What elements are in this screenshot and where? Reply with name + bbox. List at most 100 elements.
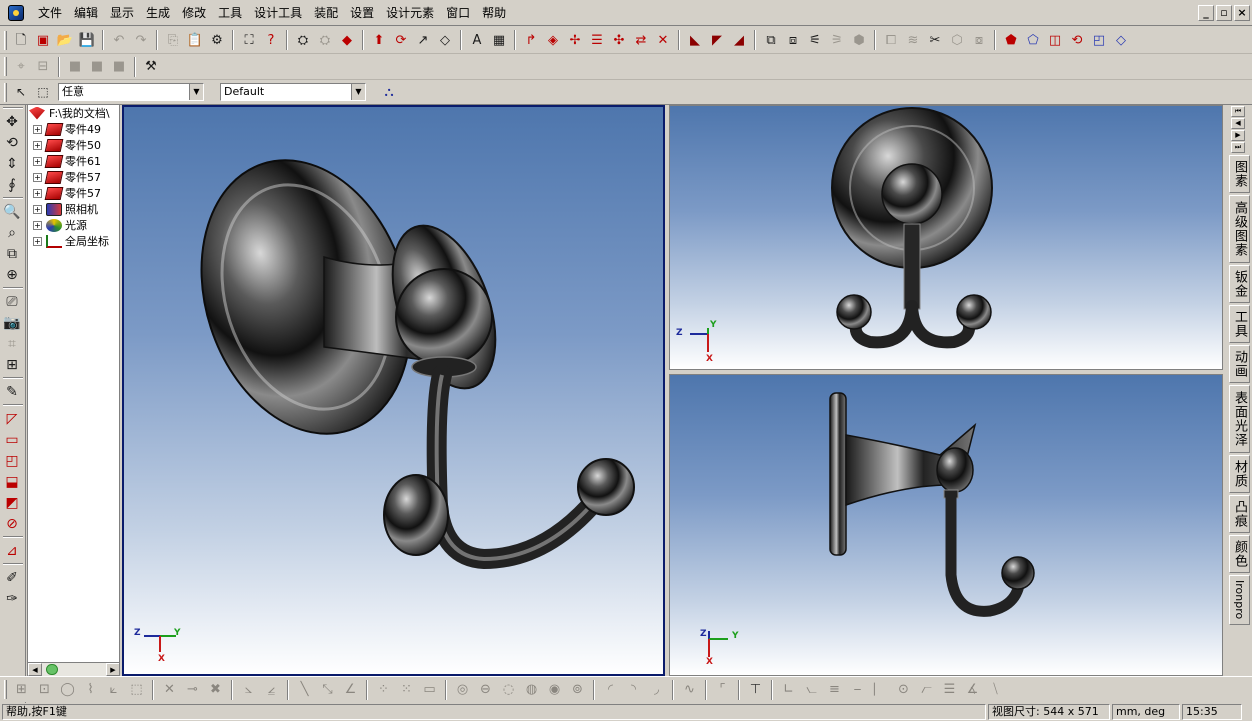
tab-sheet-metal[interactable]: 钣金 [1229, 265, 1250, 303]
sketch-4-icon[interactable]: ⬓ [1, 471, 23, 492]
sketch-1-icon[interactable]: ◸ [1, 408, 23, 429]
circle-tool-5-icon[interactable]: ◉ [543, 679, 566, 701]
sweep-icon[interactable]: ↗ [412, 29, 434, 51]
toolbar-grip[interactable] [4, 680, 7, 699]
arc-tool-3-icon[interactable]: ◞ [645, 679, 668, 701]
zoom-icon[interactable]: 🔍 [1, 201, 23, 222]
restore-button[interactable]: ▫ [1216, 5, 1232, 21]
cube-2-icon[interactable]: ≋ [902, 29, 924, 51]
hierarchy-icon[interactable]: ⛬ [378, 81, 400, 103]
sketch-tool-11-icon[interactable]: ⦤ [260, 679, 283, 701]
offset-tool-icon[interactable]: ⌜ [711, 679, 734, 701]
shape-6-icon[interactable]: ✕ [652, 29, 674, 51]
camera-2-icon[interactable]: 📷 [1, 312, 23, 333]
point-tool-icon[interactable]: ⁘ [372, 679, 395, 701]
constraint-1-icon[interactable]: ∟ [777, 679, 800, 701]
copy-icon[interactable]: ⎘ [162, 29, 184, 51]
sketch-tool-8-icon[interactable]: ⊸ [181, 679, 204, 701]
dimension-tool-icon[interactable]: ⊤ [744, 679, 767, 701]
toolbar-grip[interactable] [4, 82, 7, 102]
tab-last-icon[interactable]: ⏭ [1231, 142, 1245, 153]
misc-6-icon[interactable]: ◇ [1110, 29, 1132, 51]
shape-4-icon[interactable]: ✣ [608, 29, 630, 51]
undo-icon[interactable]: ↶ [108, 29, 130, 51]
open-icon[interactable]: ▣ [32, 29, 54, 51]
circle-tool-1-icon[interactable]: ◎ [451, 679, 474, 701]
constraint-4-icon[interactable]: ⎯ [846, 679, 869, 701]
shape-5-icon[interactable]: ⇄ [630, 29, 652, 51]
menu-help[interactable]: 帮助 [476, 3, 512, 23]
render-icon[interactable]: ⚙ [206, 29, 228, 51]
misc-5-icon[interactable]: ◰ [1088, 29, 1110, 51]
edit-1-icon[interactable]: ⧉ [760, 29, 782, 51]
toolbar-grip[interactable] [4, 57, 7, 76]
circle-tool-6-icon[interactable]: ⊚ [566, 679, 589, 701]
expand-icon[interactable]: + [33, 220, 42, 230]
selection-filter-select[interactable]: 任意 ▼ [58, 83, 204, 101]
cube-5-icon[interactable]: ⧇ [968, 29, 990, 51]
scroll-right-icon[interactable]: ▶ [106, 663, 119, 676]
snap-2-icon[interactable]: ⊟ [32, 56, 54, 78]
constraint-3-icon[interactable]: ≡ [823, 679, 846, 701]
rotate-icon[interactable]: ⟲ [1, 132, 23, 153]
spline-tool-icon[interactable]: ∿ [678, 679, 701, 701]
tab-materials[interactable]: 材质 [1229, 455, 1250, 493]
expand-icon[interactable]: + [33, 236, 42, 246]
tab-ironpro[interactable]: Ironpro [1229, 575, 1250, 625]
tab-tools[interactable]: 工具 [1229, 305, 1250, 343]
style-select[interactable]: Default ▼ [220, 83, 366, 101]
cube-4-icon[interactable]: ⬡ [946, 29, 968, 51]
help-icon[interactable]: ? [260, 29, 282, 51]
tab-animation[interactable]: 动画 [1229, 345, 1250, 383]
sketch-3-icon[interactable]: ◰ [1, 450, 23, 471]
save-icon[interactable]: 💾 [76, 29, 98, 51]
tree-item[interactable]: + 照相机 [28, 201, 119, 217]
tree-item[interactable]: + 零件50 [28, 137, 119, 153]
app-icon[interactable] [8, 5, 24, 21]
menu-settings[interactable]: 设置 [344, 3, 380, 23]
menu-generate[interactable]: 生成 [140, 3, 176, 23]
eyedropper-1-icon[interactable]: ✐ [1, 567, 23, 588]
arrow-tool-icon[interactable]: ↱ [520, 29, 542, 51]
view-2-icon[interactable]: ■ [86, 56, 108, 78]
expand-icon[interactable]: + [33, 124, 42, 134]
tangent-line-icon[interactable]: ⤡ [316, 679, 339, 701]
circle-tool-2-icon[interactable]: ⊖ [474, 679, 497, 701]
tree-item[interactable]: + 全局坐标 [28, 233, 119, 249]
arc-tool-2-icon[interactable]: ◝ [622, 679, 645, 701]
sketch-tool-9-icon[interactable]: ✖ [204, 679, 227, 701]
misc-2-icon[interactable]: ⬠ [1022, 29, 1044, 51]
orbit-icon[interactable]: ∮ [1, 174, 23, 195]
expand-icon[interactable]: + [33, 156, 42, 166]
menu-design-elements[interactable]: 设计元素 [380, 3, 440, 23]
tree-item[interactable]: + 零件57 [28, 185, 119, 201]
sketch-6-icon[interactable]: ⊘ [1, 513, 23, 534]
material-1-icon[interactable]: ◣ [684, 29, 706, 51]
zoom-fit-icon[interactable]: ⛶ [238, 29, 260, 51]
tool-a-icon[interactable]: ⛭ [292, 29, 314, 51]
close-button[interactable]: × [1234, 5, 1250, 21]
main-3d-viewport[interactable]: Z Y X [122, 105, 665, 676]
point-tool-2-icon[interactable]: ⁙ [395, 679, 418, 701]
folder-icon[interactable]: 📂 [54, 29, 76, 51]
sketch-tool-10-icon[interactable]: ⦣ [237, 679, 260, 701]
sketch-tool-2-icon[interactable]: ⊡ [33, 679, 56, 701]
menu-file[interactable]: 文件 [32, 3, 68, 23]
paste-icon[interactable]: 📋 [184, 29, 206, 51]
misc-1-icon[interactable]: ⬟ [1000, 29, 1022, 51]
minimize-button[interactable]: _ [1198, 5, 1214, 21]
edit-2-icon[interactable]: ⧈ [782, 29, 804, 51]
cube-1-icon[interactable]: ⧠ [880, 29, 902, 51]
chevron-down-icon[interactable]: ▼ [189, 84, 203, 100]
image-icon[interactable]: ▦ [488, 29, 510, 51]
select-box-icon[interactable]: ⬚ [32, 81, 54, 103]
dimension-icon[interactable]: ⊿ [1, 540, 23, 561]
sketch-tool-1-icon[interactable]: ⊞ [10, 679, 33, 701]
material-3-icon[interactable]: ◢ [728, 29, 750, 51]
sketch-5-icon[interactable]: ◩ [1, 492, 23, 513]
loft-icon[interactable]: ◇ [434, 29, 456, 51]
tree-item[interactable]: + 零件57 [28, 169, 119, 185]
circle-tool-3-icon[interactable]: ◌ [497, 679, 520, 701]
camera-3-icon[interactable]: ⌗ [1, 333, 23, 354]
tree-item[interactable]: + 零件61 [28, 153, 119, 169]
